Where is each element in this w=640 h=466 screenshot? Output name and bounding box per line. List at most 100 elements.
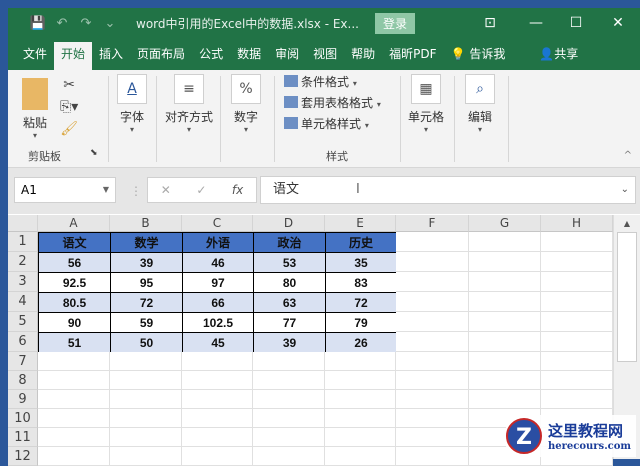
alignment-button[interactable]: ≡ 对齐方式 ▾: [162, 74, 216, 134]
cell[interactable]: [182, 371, 253, 390]
table-header-cell[interactable]: 数学: [110, 232, 183, 253]
number-button[interactable]: % 数字 ▾: [228, 74, 264, 134]
redo-icon[interactable]: ↷: [74, 16, 98, 31]
cell[interactable]: [469, 272, 541, 292]
cell[interactable]: [396, 252, 469, 272]
tab-file[interactable]: 文件: [16, 42, 54, 70]
cell[interactable]: [182, 352, 253, 371]
cell[interactable]: [253, 447, 325, 466]
row-header[interactable]: 5: [8, 312, 38, 332]
row-header[interactable]: 12: [8, 447, 38, 466]
tell-me[interactable]: 💡 告诉我: [444, 42, 513, 70]
cell[interactable]: [253, 428, 325, 447]
format-as-table-button[interactable]: 套用表格格式 ▾: [284, 93, 394, 114]
table-cell[interactable]: 83: [325, 272, 397, 293]
format-painter-icon[interactable]: 🖌: [60, 118, 78, 140]
column-header[interactable]: F: [396, 215, 469, 232]
paste-button[interactable]: 粘贴 ▾: [20, 74, 50, 140]
cell[interactable]: [110, 447, 182, 466]
undo-icon[interactable]: ↶: [50, 16, 74, 31]
table-cell[interactable]: 45: [182, 332, 254, 353]
column-header[interactable]: C: [182, 215, 253, 232]
cell[interactable]: [469, 352, 541, 371]
cell[interactable]: [110, 428, 182, 447]
table-cell[interactable]: 39: [110, 252, 183, 273]
table-cell[interactable]: 95: [110, 272, 183, 293]
table-cell[interactable]: 56: [38, 252, 111, 273]
table-cell[interactable]: 90: [38, 312, 111, 333]
cell[interactable]: [253, 390, 325, 409]
cell-styles-button[interactable]: 单元格样式 ▾: [284, 114, 394, 135]
row-header[interactable]: 1: [8, 232, 38, 252]
table-cell[interactable]: 92.5: [38, 272, 111, 293]
cell[interactable]: [541, 312, 613, 332]
cell[interactable]: [541, 292, 613, 312]
editing-button[interactable]: ⌕ 编辑 ▾: [462, 74, 498, 134]
row-header[interactable]: 7: [8, 352, 38, 371]
cell[interactable]: [469, 232, 541, 252]
cell[interactable]: [110, 371, 182, 390]
cell[interactable]: [396, 428, 469, 447]
insert-function-icon[interactable]: fx: [232, 183, 243, 197]
minimize-button[interactable]: —: [516, 8, 556, 38]
cell[interactable]: [396, 447, 469, 466]
table-header-cell[interactable]: 政治: [253, 232, 326, 253]
cell[interactable]: [38, 390, 110, 409]
cell[interactable]: [469, 332, 541, 352]
table-cell[interactable]: 102.5: [182, 312, 254, 333]
tab-help[interactable]: 帮助: [344, 42, 382, 70]
cut-icon[interactable]: ✂: [60, 74, 78, 96]
cell[interactable]: [396, 409, 469, 428]
cell[interactable]: [541, 252, 613, 272]
column-header[interactable]: G: [469, 215, 541, 232]
row-header[interactable]: 11: [8, 428, 38, 447]
cell[interactable]: [469, 312, 541, 332]
tab-page-layout[interactable]: 页面布局: [130, 42, 192, 70]
close-button[interactable]: ✕: [598, 8, 638, 38]
cell[interactable]: [541, 390, 613, 409]
tab-formulas[interactable]: 公式: [192, 42, 230, 70]
cell[interactable]: [38, 447, 110, 466]
tab-insert[interactable]: 插入: [92, 42, 130, 70]
table-cell[interactable]: 51: [38, 332, 111, 353]
table-cell[interactable]: 80.5: [38, 292, 111, 313]
cell[interactable]: [325, 428, 396, 447]
select-all-corner[interactable]: [8, 215, 38, 232]
row-header[interactable]: 10: [8, 409, 38, 428]
name-box[interactable]: A1 ▼: [14, 177, 116, 203]
tab-foxit-pdf[interactable]: 福昕PDF: [382, 42, 443, 70]
tab-data[interactable]: 数据: [230, 42, 268, 70]
chevron-down-icon[interactable]: ▼: [103, 178, 109, 202]
tab-home[interactable]: 开始: [54, 42, 93, 70]
column-header[interactable]: A: [38, 215, 110, 232]
cell[interactable]: [253, 409, 325, 428]
table-cell[interactable]: 77: [253, 312, 326, 333]
cell[interactable]: [541, 332, 613, 352]
cell[interactable]: [396, 332, 469, 352]
cell[interactable]: [541, 352, 613, 371]
cell[interactable]: [541, 232, 613, 252]
cell[interactable]: [110, 409, 182, 428]
tab-view[interactable]: 视图: [306, 42, 344, 70]
table-cell[interactable]: 72: [110, 292, 183, 313]
table-cell[interactable]: 35: [325, 252, 397, 273]
scroll-thumb[interactable]: [617, 232, 637, 362]
column-header[interactable]: E: [325, 215, 396, 232]
cell[interactable]: [38, 409, 110, 428]
column-header[interactable]: B: [110, 215, 182, 232]
cell[interactable]: [325, 409, 396, 428]
ribbon-display-icon[interactable]: ⊡: [470, 8, 510, 38]
cell[interactable]: [469, 390, 541, 409]
table-cell[interactable]: 80: [253, 272, 326, 293]
row-header[interactable]: 9: [8, 390, 38, 409]
table-cell[interactable]: 26: [325, 332, 397, 353]
cell[interactable]: [541, 272, 613, 292]
table-cell[interactable]: 63: [253, 292, 326, 313]
row-header[interactable]: 6: [8, 332, 38, 352]
share-button[interactable]: 👤共享: [532, 42, 585, 70]
cell[interactable]: [396, 352, 469, 371]
cell[interactable]: [396, 371, 469, 390]
spreadsheet-grid[interactable]: A B C D E F G H 1 语文 数学 外语 政治 历史 2 56 39 46 53 35 3 92.5 95 97 8…: [8, 215, 640, 466]
row-header[interactable]: 2: [8, 252, 38, 272]
cell[interactable]: [38, 352, 110, 371]
